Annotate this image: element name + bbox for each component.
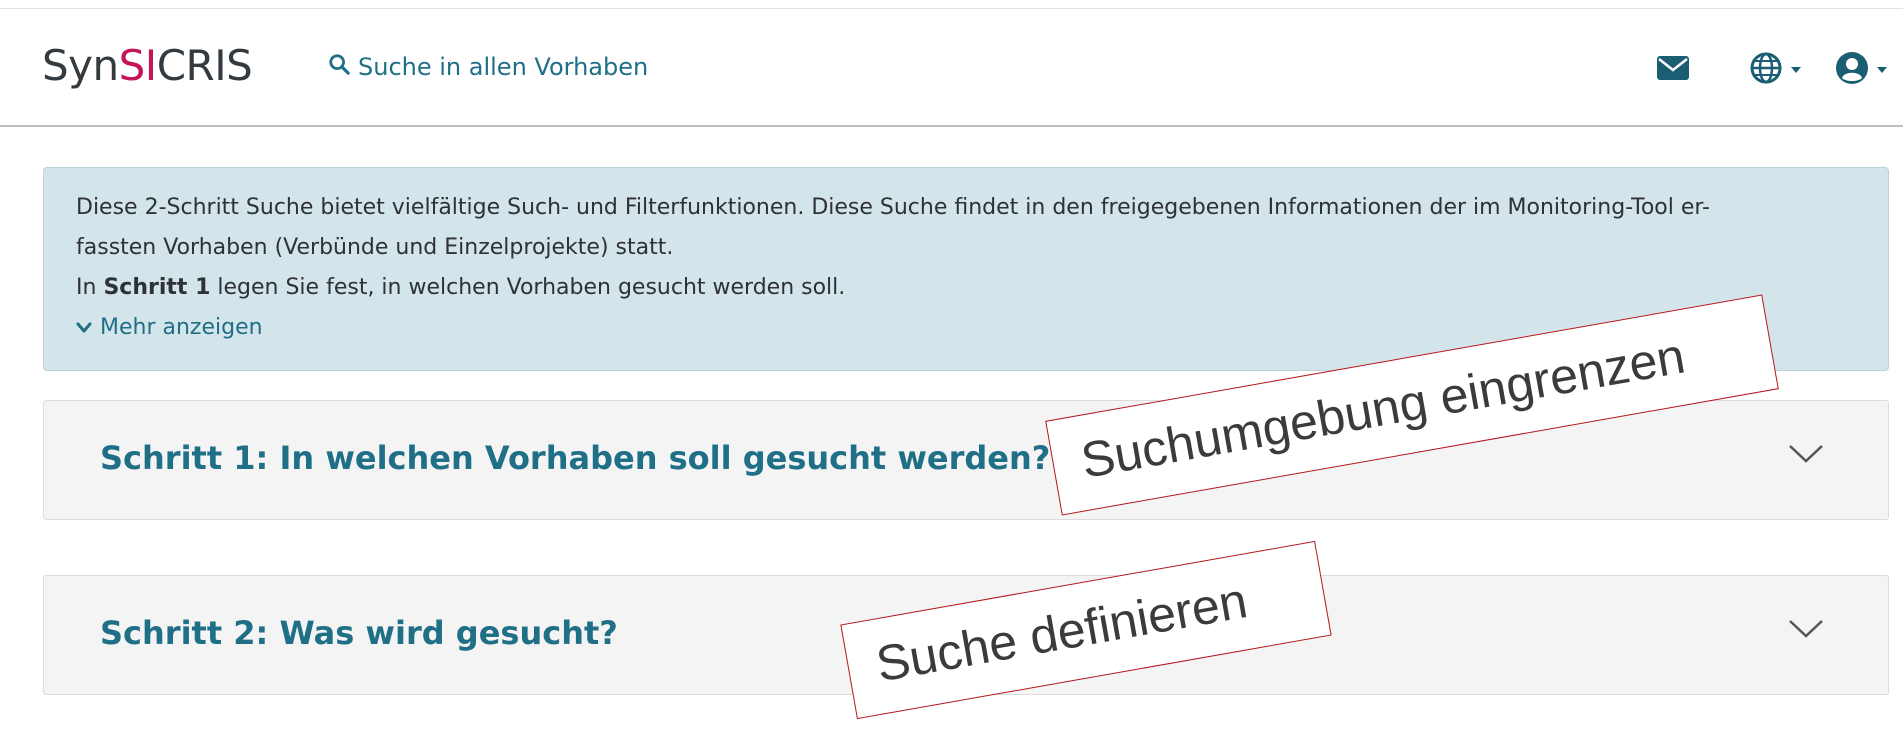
brand-logo[interactable]: SynSICRIS xyxy=(42,41,253,90)
brand-highlight: SI xyxy=(118,41,158,90)
chevron-down-icon xyxy=(1791,67,1801,73)
user-circle-icon xyxy=(1835,51,1869,89)
search-all-projects-link[interactable]: Suche in allen Vorhaben xyxy=(328,53,648,81)
navbar-icons xyxy=(1657,51,1887,89)
search-icon xyxy=(328,53,350,81)
show-more-label: Mehr anzeigen xyxy=(100,315,263,340)
info-line-2: fassten Vorhaben (Verbünde und Einzelpro… xyxy=(76,235,674,260)
show-more-link[interactable]: Mehr anzeigen xyxy=(76,308,263,348)
globe-icon xyxy=(1749,51,1783,89)
info-line-3-prefix: In xyxy=(76,275,104,300)
messages-button[interactable] xyxy=(1657,56,1689,84)
brand-suffix: CRIS xyxy=(156,41,253,90)
info-line-3-bold: Schritt 1 xyxy=(103,275,211,300)
step-2-title: Schritt 2: Was wird gesucht? xyxy=(100,614,618,652)
envelope-icon xyxy=(1657,56,1689,84)
chevron-down-icon xyxy=(1788,443,1824,469)
chevron-down-icon xyxy=(76,308,92,348)
brand-prefix: Syn xyxy=(42,41,119,90)
chevron-down-icon xyxy=(1877,67,1887,73)
search-link-label: Suche in allen Vorhaben xyxy=(358,53,649,81)
info-line-3-suffix: legen Sie fest, in welchen Vorhaben gesu… xyxy=(210,275,846,300)
language-menu-button[interactable] xyxy=(1749,51,1801,89)
navbar: SynSICRIS Suche in allen Vorhaben xyxy=(0,9,1903,127)
step-1-title: Schritt 1: In welchen Vorhaben soll gesu… xyxy=(100,439,1051,477)
chevron-down-icon xyxy=(1788,618,1824,644)
info-line-1: Diese 2-Schritt Suche bietet vielfältige… xyxy=(76,195,1710,220)
user-menu-button[interactable] xyxy=(1835,51,1887,89)
info-line-3: In Schritt 1 legen Sie fest, in welchen … xyxy=(76,268,1856,308)
